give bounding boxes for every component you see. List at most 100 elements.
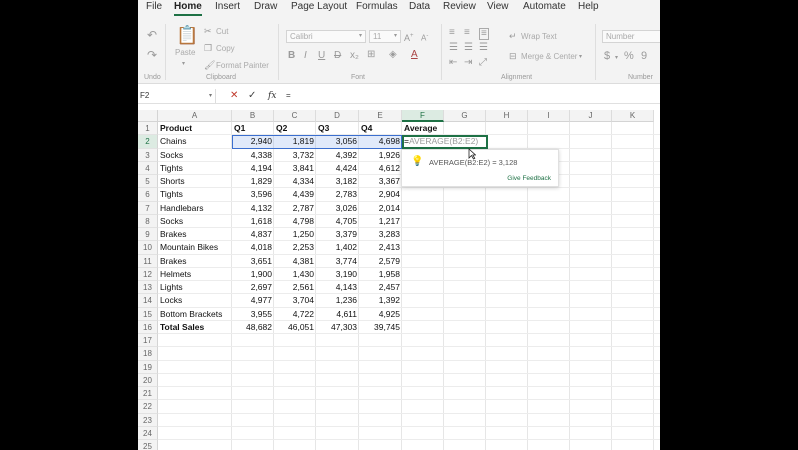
row-header[interactable]: 1 [138,122,158,136]
currency-icon[interactable]: $ [604,51,610,62]
align-right-icon[interactable]: ☰ [479,43,488,53]
column-header-g[interactable]: G [444,110,486,122]
row-header[interactable]: 20 [138,373,158,387]
value-cell[interactable]: 4,194 [232,162,274,175]
row-header[interactable]: 10 [138,241,158,255]
value-cell[interactable]: 4,925 [359,308,402,321]
value-cell[interactable]: 3,182 [316,175,359,188]
value-cell[interactable]: 2,783 [316,188,359,201]
column-header-k[interactable]: K [612,110,654,122]
underline-icon[interactable]: U [318,51,325,61]
value-cell[interactable]: 2,787 [274,202,316,215]
value-cell[interactable]: 4,612 [359,162,402,175]
row-header[interactable]: 3 [138,148,158,162]
value-cell[interactable]: 4,977 [232,294,274,307]
total-value-cell[interactable]: 46,051 [274,321,316,334]
value-cell[interactable]: 3,704 [274,294,316,307]
name-box[interactable]: F2 ▾ [138,89,216,103]
value-cell[interactable]: 3,732 [274,149,316,162]
cut-button[interactable]: Cut [216,27,228,36]
header-cell-q3[interactable]: Q3 [316,122,359,135]
tab-insert[interactable]: Insert [215,0,240,14]
value-cell[interactable]: 3,774 [316,255,359,268]
value-cell[interactable]: 1,402 [316,241,359,254]
value-cell[interactable]: 3,841 [274,162,316,175]
row-header[interactable]: 7 [138,201,158,215]
row-header[interactable]: 2 [138,135,158,149]
value-cell[interactable]: 4,334 [274,175,316,188]
tab-formulas[interactable]: Formulas [356,0,398,14]
tab-review[interactable]: Review [443,0,476,14]
header-cell-q2[interactable]: Q2 [274,122,316,135]
product-cell[interactable]: Socks [158,149,232,162]
row-header[interactable]: 8 [138,214,158,228]
wrap-text-button[interactable]: Wrap Text [521,32,557,41]
font-size-box[interactable]: 11 ▾ [369,30,401,43]
column-header-j[interactable]: J [570,110,612,122]
formula-input[interactable]: = [284,89,654,103]
tab-draw[interactable]: Draw [254,0,277,14]
value-cell[interactable]: 4,698 [359,135,402,148]
header-cell-product[interactable]: Product [158,122,232,135]
row-header[interactable]: 15 [138,307,158,321]
value-cell[interactable]: 3,596 [232,188,274,201]
chevron-down-icon[interactable]: ▾ [182,59,185,69]
value-cell[interactable]: 4,837 [232,228,274,241]
copy-icon[interactable]: ❐ [204,43,212,53]
value-cell[interactable]: 4,439 [274,188,316,201]
row-header[interactable]: 6 [138,188,158,202]
column-header-e[interactable]: E [359,110,402,122]
value-cell[interactable]: 2,014 [359,202,402,215]
row-header[interactable]: 4 [138,161,158,175]
subscript-icon[interactable]: x₂ [350,51,359,61]
header-cell-q1[interactable]: Q1 [232,122,274,135]
value-cell[interactable]: 3,283 [359,228,402,241]
product-cell[interactable]: Bottom Brackets [158,308,232,321]
header-cell-q4[interactable]: Q4 [359,122,402,135]
product-cell[interactable]: Shorts [158,175,232,188]
give-feedback-link[interactable]: Give Feedback [507,175,551,182]
value-cell[interactable]: 4,143 [316,281,359,294]
value-cell[interactable]: 2,579 [359,255,402,268]
column-header-f[interactable]: F [402,110,444,122]
value-cell[interactable]: 4,611 [316,308,359,321]
tab-file[interactable]: File [146,0,162,14]
increase-font-icon[interactable]: A+ [404,31,414,43]
value-cell[interactable]: 1,819 [274,135,316,148]
strikethrough-icon[interactable]: D [334,51,341,61]
value-cell[interactable]: 1,217 [359,215,402,228]
product-cell[interactable]: Socks [158,215,232,228]
italic-icon[interactable]: I [304,51,307,61]
value-cell[interactable]: 4,381 [274,255,316,268]
value-cell[interactable]: 3,955 [232,308,274,321]
row-header[interactable]: 24 [138,426,158,440]
tab-home[interactable]: Home [174,0,202,16]
value-cell[interactable]: 3,026 [316,202,359,215]
percent-icon[interactable]: % [624,51,634,62]
value-cell[interactable]: 3,056 [316,135,359,148]
borders-icon[interactable]: ⊞ [367,50,375,60]
row-header[interactable]: 9 [138,228,158,242]
fill-color-icon[interactable]: ◈ [389,50,397,60]
product-cell[interactable]: Helmets [158,268,232,281]
value-cell[interactable]: 1,430 [274,268,316,281]
column-header-c[interactable]: C [274,110,316,122]
row-header[interactable]: 21 [138,387,158,401]
formula-suggestion-popup[interactable]: 💡 AVERAGE(B2:E2) = 3,128 Give Feedback [401,149,559,187]
row-header[interactable]: 5 [138,175,158,189]
row-header[interactable]: 16 [138,320,158,334]
product-cell[interactable]: Chains [158,135,232,148]
product-cell[interactable]: Mountain Bikes [158,241,232,254]
align-left-icon[interactable]: ☰ [449,43,458,53]
cancel-icon[interactable]: ✕ [230,89,238,103]
row-header[interactable]: 14 [138,294,158,308]
value-cell[interactable]: 2,413 [359,241,402,254]
redo-icon[interactable]: ↷ [147,49,157,61]
scissors-icon[interactable]: ✂ [204,26,212,36]
paste-icon[interactable]: 📋 [176,26,198,44]
align-middle-icon[interactable]: ≡ [464,28,470,38]
undo-icon[interactable]: ↶ [147,29,157,41]
align-center-icon[interactable]: ☰ [464,43,473,53]
column-header-h[interactable]: H [486,110,528,122]
product-cell[interactable]: Locks [158,294,232,307]
